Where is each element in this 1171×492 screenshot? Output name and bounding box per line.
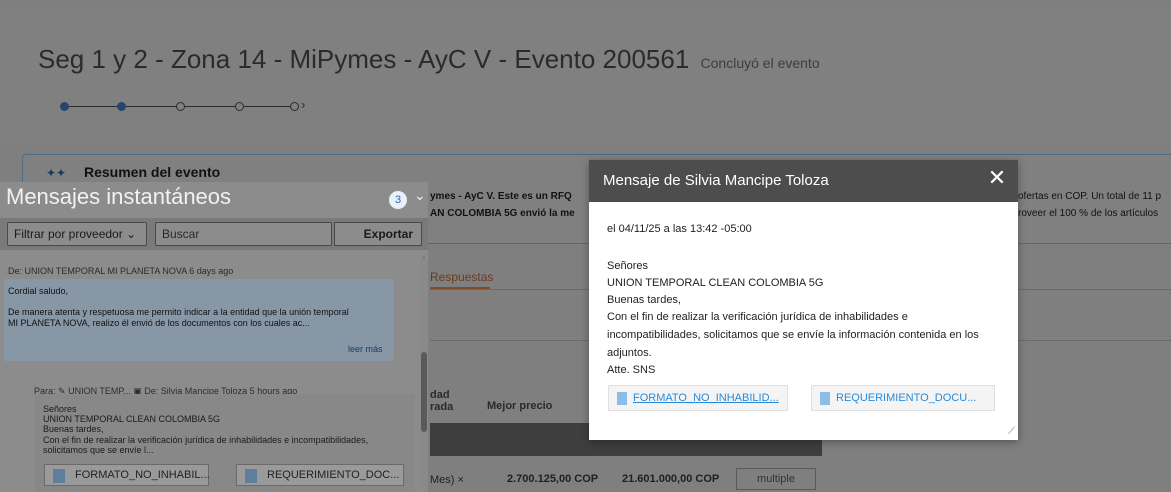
message-line: Señores	[43, 404, 77, 414]
attachment-link[interactable]: FORMATO_NO_INHABILID...	[608, 385, 788, 411]
modal-title: Mensaje de Silvia Mancipe Toloza	[603, 172, 829, 189]
message-line: Con el fin de realizar la verificación j…	[607, 311, 908, 323]
summary-snippet: roveer el 100 % de los artículos	[1018, 208, 1159, 219]
column-header: dad	[430, 389, 450, 401]
message-line: Buenas tardes,	[43, 424, 104, 434]
step-connector	[69, 106, 117, 107]
document-icon	[53, 469, 65, 483]
resize-handle-icon[interactable]: ⟋	[1008, 426, 1015, 437]
close-icon[interactable]: ✕	[984, 164, 1010, 192]
summary-snippet: ymes - AyC V. Este es un RFQ	[430, 191, 572, 202]
attachment-name: FORMATO_NO_INHABILID...	[633, 392, 779, 404]
instant-messages-panel: Mensajes instantáneos 3 ⌄ Filtrar por pr…	[0, 182, 428, 492]
step-connector	[244, 106, 290, 107]
multiple-button[interactable]: multiple	[736, 468, 816, 490]
stepper-end-arrow-icon: ›	[301, 97, 306, 112]
im-search-input[interactable]: Buscar	[155, 222, 332, 246]
summary-snippet: ofertas en COP. Un total de 11 p	[1018, 191, 1162, 202]
modal-header: Mensaje de Silvia Mancipe Toloza ✕	[589, 160, 1018, 202]
scrollbar-thumb[interactable]	[421, 352, 427, 432]
message-sender: De: UNION TEMPORAL MI PLANETA NOVA 6 day…	[8, 266, 234, 276]
message-line: Buenas tardes,	[607, 294, 681, 306]
event-header	[0, 10, 1171, 140]
message-line: UNION TEMPORAL CLEAN COLOMBIA 5G	[607, 277, 824, 289]
message-line: MI PLANETA NOVA, realizo él envió de los…	[8, 318, 310, 328]
message-line: solicitamos que se envíe l...	[43, 445, 154, 455]
document-icon	[245, 469, 257, 483]
supplier-filter-label: Filtrar por proveedor	[14, 227, 123, 241]
supplier-filter-dropdown[interactable]: Filtrar por proveedor ⌄	[7, 222, 147, 246]
table-cell-unit: Mes) ×	[430, 474, 464, 486]
step-1-complete-icon	[60, 102, 69, 111]
chevron-down-icon: ⌄	[126, 227, 137, 241]
column-header: rada	[430, 401, 454, 413]
export-button[interactable]: Exportar	[334, 222, 422, 246]
event-title-text: Seg 1 y 2 - Zona 14 - MiPymes - AyC V - …	[38, 44, 690, 74]
step-3-pending-icon	[176, 102, 185, 111]
step-connector	[185, 106, 235, 107]
table-cell-total: 21.601.000,00 COP	[622, 473, 720, 485]
read-more-link[interactable]: leer más	[348, 344, 383, 354]
column-header-best-price[interactable]: Mejor precio	[487, 400, 552, 412]
im-title: Mensajes instantáneos	[6, 184, 232, 209]
message-line: Cordial saludo,	[8, 286, 69, 296]
step-connector	[126, 106, 176, 107]
im-header[interactable]: Mensajes instantáneos 3 ⌄	[0, 182, 428, 212]
unread-count-badge: 3	[389, 191, 407, 209]
summary-snippet: AN COLOMBIA 5G envió la me	[430, 208, 575, 219]
summary-title: Resumen del evento	[84, 164, 221, 180]
message-modal: Mensaje de Silvia Mancipe Toloza ✕ el 04…	[589, 160, 1018, 440]
collapse-chevron-icon[interactable]: ⌄	[414, 187, 426, 204]
attachment-chip[interactable]: FORMATO_NO_INHABIL...	[44, 464, 210, 486]
document-icon	[617, 392, 627, 405]
table-cell-best-price: 2.700.125,00 COP	[507, 473, 599, 485]
attachment-name: FORMATO_NO_INHABIL...	[75, 469, 210, 481]
sparkle-icon: ✦✦	[46, 166, 67, 180]
document-icon	[820, 392, 830, 405]
step-2-complete-icon	[117, 102, 126, 111]
attachment-chip[interactable]: REQUERIMIENTO_DOC...	[236, 464, 404, 486]
step-4-pending-icon	[235, 102, 244, 111]
step-5-pending-icon	[290, 102, 299, 111]
tab-responses[interactable]: Respuestas	[430, 270, 493, 284]
attachment-name: REQUERIMIENTO_DOCU...	[836, 392, 977, 404]
message-timestamp: el 04/11/25 a las 13:42 -05:00	[607, 223, 752, 235]
message-line: adjuntos.	[607, 347, 652, 359]
event-title: Seg 1 y 2 - Zona 14 - MiPymes - AyC V - …	[38, 44, 820, 75]
attachment-link[interactable]: REQUERIMIENTO_DOCU...	[811, 385, 995, 411]
message-line: Señores	[607, 260, 648, 272]
message-line: UNION TEMPORAL CLEAN COLOMBIA 5G	[43, 414, 221, 424]
message-line: Atte. SNS	[607, 364, 656, 376]
message-bubble: Cordial saludo, De manera atenta y respe…	[4, 279, 394, 361]
event-progress-stepper: ›	[60, 97, 320, 114]
event-status: Concluyó el evento	[700, 55, 820, 71]
message-line: De manera atenta y respetuosa me permito…	[8, 307, 349, 317]
message-line: Con el fin de realizar la verificación j…	[43, 435, 369, 445]
message-line: incompatibilidades, solicitamos que se e…	[607, 329, 979, 341]
attachment-name: REQUERIMIENTO_DOC...	[267, 469, 400, 481]
